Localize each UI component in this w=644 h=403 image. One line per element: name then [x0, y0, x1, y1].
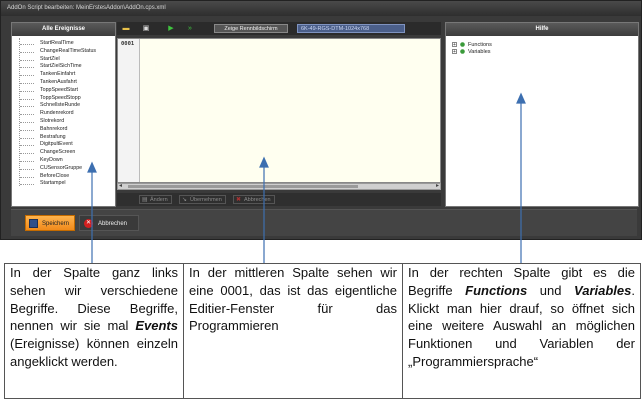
event-item[interactable]: SchnellsteRunde [16, 102, 115, 110]
event-item[interactable]: DigitpultEvent [16, 141, 115, 149]
tree-item-variables[interactable]: + Variables [452, 49, 638, 56]
event-item[interactable]: StartRealTime [16, 40, 115, 48]
event-item[interactable]: KeyDown [16, 157, 115, 165]
events-list: StartRealTime ChangeRealTimeStatus Start… [12, 36, 115, 188]
check-icon: ↘ [182, 197, 188, 203]
line-number: 0001 [121, 41, 135, 47]
note-left: In der Spalte ganz links sehen wir versc… [4, 263, 184, 399]
apply-label: Übernehmen [190, 197, 222, 203]
tree-item-functions[interactable]: + Functions [452, 42, 638, 49]
event-item[interactable]: Bestrafung [16, 134, 115, 142]
help-panel: Hilfe + Functions + Variables [445, 22, 639, 207]
event-item[interactable]: TankenAusfahrt [16, 79, 115, 87]
scroll-right-icon[interactable]: ▸ [436, 182, 439, 189]
event-item[interactable]: BeforeClose [16, 173, 115, 181]
events-panel: Alle Ereignisse StartRealTime ChangeReal… [11, 22, 116, 207]
note-middle: In der mittleren Spalte sehen wir eine 0… [183, 263, 403, 399]
expand-plus-icon[interactable]: + [452, 49, 457, 55]
resolution-field[interactable]: 6K-49-RGS-DTM-1024x768 [297, 24, 405, 33]
event-item[interactable]: ToppSpeedStopp [16, 95, 115, 103]
bottom-button-bar: Speichern ✕ Abbrechen [11, 209, 637, 236]
edit-cancel-label: Abbrechen [244, 197, 271, 203]
leaf-icon [459, 49, 466, 54]
explanation-table: In der Spalte ganz links sehen wir versc… [4, 263, 641, 399]
cancel-label: Abbrechen [98, 221, 128, 227]
event-item[interactable]: Rundenrekord [16, 110, 115, 118]
floppy-save-icon [29, 219, 38, 228]
help-tree: + Functions + Variables [446, 36, 638, 56]
event-item[interactable]: ToppSpeedStart [16, 87, 115, 95]
save-button[interactable]: Speichern [25, 215, 75, 231]
editor-horizontal-scrollbar[interactable]: ◂ ▸ [117, 183, 441, 190]
line-gutter: 0001 [118, 39, 140, 182]
save-label: Speichern [42, 221, 70, 227]
save-icon[interactable]: ▣ [141, 24, 151, 33]
cancel-circle-icon: ✕ [84, 219, 93, 228]
tree-label-variables: Variables [468, 49, 491, 55]
edit-actions-bar: ▤ Ändern ↘ Übernehmen ✖ Abbrechen [117, 193, 441, 206]
event-item[interactable]: Startampel [16, 180, 115, 188]
event-item[interactable]: Bahnrekord [16, 126, 115, 134]
cancel-button[interactable]: ✕ Abbrechen [79, 215, 139, 231]
play-icon[interactable]: ▶ [166, 24, 176, 33]
tree-label-functions: Functions [468, 42, 492, 48]
event-item[interactable]: TankenEinfahrt [16, 71, 115, 79]
event-item[interactable]: StartZielSichTime [16, 63, 115, 71]
event-item[interactable]: CUSensorGruppe [16, 165, 115, 173]
event-item[interactable]: Slotrekord [16, 118, 115, 126]
addon-script-window: AddOn Script bearbeiten: MeinErstesAddon… [0, 0, 642, 240]
leaf-icon [459, 42, 466, 47]
editor-toolbar: ▬ ▣ ▶ » Zeige Rennbildschirm 6K-49-RGS-D… [117, 22, 441, 35]
change-button[interactable]: ▤ Ändern [139, 195, 172, 204]
folder-icon[interactable]: ▬ [121, 24, 131, 33]
expand-plus-icon[interactable]: + [452, 42, 457, 48]
window-title: AddOn Script bearbeiten: MeinErstesAddon… [1, 1, 641, 16]
scrollbar-thumb[interactable] [128, 185, 358, 188]
note-right: In der rechten Spalte gibt es die Begrif… [402, 263, 641, 399]
events-panel-header: Alle Ereignisse [12, 23, 115, 36]
edit-icon: ▤ [142, 197, 148, 203]
script-editor[interactable]: 0001 [117, 38, 441, 183]
change-label: Ändern [150, 197, 168, 203]
edit-cancel-button[interactable]: ✖ Abbrechen [233, 195, 275, 204]
apply-button[interactable]: ↘ Übernehmen [179, 195, 226, 204]
show-race-screen-button[interactable]: Zeige Rennbildschirm [214, 24, 288, 33]
event-item[interactable]: StartZiel [16, 56, 115, 64]
fast-forward-icon[interactable]: » [185, 24, 195, 33]
scroll-left-icon[interactable]: ◂ [119, 182, 122, 189]
event-item[interactable]: ChangeScreen [16, 149, 115, 157]
cancel-icon: ✖ [236, 197, 242, 203]
help-panel-header: Hilfe [446, 23, 638, 36]
event-item[interactable]: ChangeRealTimeStatus [16, 48, 115, 56]
